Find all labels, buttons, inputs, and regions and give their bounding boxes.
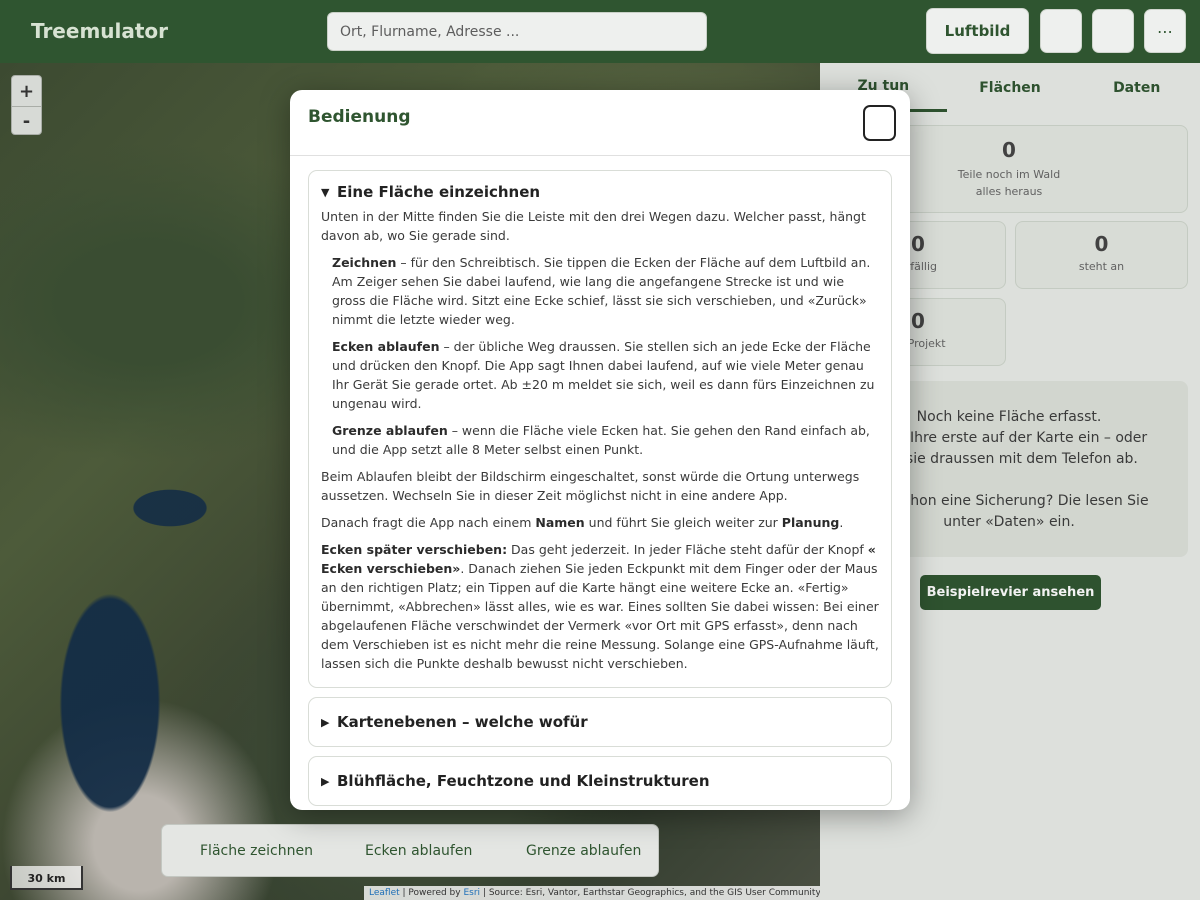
header-button-1[interactable]	[1040, 9, 1082, 53]
triangle-right-icon: ▶	[321, 715, 330, 729]
walk-corners-button[interactable]: Ecken ablaufen	[365, 843, 472, 859]
ecken-term: Ecken ablaufen	[332, 339, 440, 354]
zoom-out-button[interactable]: -	[12, 106, 41, 134]
section-title: Kartenebenen – welche wofür	[337, 713, 588, 731]
header-button-2[interactable]	[1092, 9, 1134, 53]
map-attribution: Leaflet | Powered by Esri | Source: Esri…	[364, 886, 820, 900]
zeichnen-text: – für den Schreibtisch. Sie tippen die E…	[332, 255, 871, 327]
after-text-2: und führt Sie gleich weiter zur	[584, 515, 782, 530]
dialog-title: Bedienung	[308, 107, 411, 127]
screen-note: Beim Ablaufen bleibt der Bildschirm eing…	[321, 469, 860, 503]
after-name: Namen	[535, 515, 585, 530]
section-draw-area-toggle[interactable]: ▼ Eine Fläche einzeichnen	[309, 171, 891, 205]
section-title: Eine Fläche einzeichnen	[337, 183, 541, 201]
draw-area-button[interactable]: Fläche zeichnen	[200, 843, 313, 859]
more-menu-button[interactable]: ⋯	[1144, 9, 1186, 53]
section-structures[interactable]: ▶ Blühfläche, Feuchtzone und Kleinstrukt…	[308, 756, 892, 806]
dialog-header: Bedienung	[290, 90, 910, 156]
after-paragraph: Danach fragt die App nach einem Namen un…	[321, 513, 879, 532]
luftbild-button[interactable]: Luftbild	[926, 8, 1029, 54]
draw-toolbar: Fläche zeichnen Ecken ablaufen Grenze ab…	[161, 824, 659, 877]
walk-border-button[interactable]: Grenze ablaufen	[526, 843, 641, 859]
after-text-3: .	[839, 515, 844, 530]
grenze-paragraph: Grenze ablaufen – wenn die Fläche viele …	[321, 421, 879, 459]
search-input[interactable]	[327, 12, 707, 51]
move-paragraph: Ecken später verschieben: Das geht jeder…	[321, 540, 879, 673]
section-structures-toggle[interactable]: ▶ Blühfläche, Feuchtzone und Kleinstrukt…	[309, 757, 891, 805]
after-text-1: Danach fragt die App nach einem	[321, 515, 536, 530]
grenze-term: Grenze ablaufen	[332, 423, 448, 438]
section-map-layers[interactable]: ▶ Kartenebenen – welche wofür	[308, 697, 892, 747]
zeichnen-paragraph: Zeichnen – für den Schreibtisch. Sie tip…	[321, 253, 879, 329]
zeichnen-term: Zeichnen	[332, 255, 397, 270]
section-draw-area-content: Unten in der Mitte finden Sie die Leiste…	[309, 205, 891, 687]
section-map-layers-toggle[interactable]: ▶ Kartenebenen – welche wofür	[309, 698, 891, 746]
leaflet-link[interactable]: Leaflet	[369, 888, 400, 898]
ecken-paragraph: Ecken ablaufen – der übliche Weg drausse…	[321, 337, 879, 413]
triangle-right-icon: ▶	[321, 774, 330, 788]
powered-by-text: | Powered by	[402, 888, 461, 898]
map-scale: 30 km	[10, 866, 83, 890]
app-title: Treemulator	[31, 19, 169, 43]
triangle-down-icon: ▼	[321, 185, 330, 199]
after-plan: Planung	[781, 515, 840, 530]
dialog-body: ▼ Eine Fläche einzeichnen Unten in der M…	[308, 170, 892, 810]
zoom-control: + -	[11, 75, 42, 135]
move-term: Ecken später verschieben:	[321, 542, 508, 557]
section-title: Blühfläche, Feuchtzone und Kleinstruktur…	[337, 772, 710, 790]
move-text-1: Das geht jederzeit. In jeder Fläche steh…	[507, 542, 868, 557]
move-text-2: . Danach ziehen Sie jeden Eckpunkt mit d…	[321, 561, 879, 671]
zoom-in-button[interactable]: +	[12, 76, 41, 106]
source-text: | Source: Esri, Vantor, Earthstar Geogra…	[482, 888, 820, 898]
intro-text: Unten in der Mitte finden Sie die Leiste…	[321, 209, 866, 243]
help-dialog: Bedienung ▼ Eine Fläche einzeichnen Unte…	[290, 90, 910, 810]
esri-link[interactable]: Esri	[463, 888, 480, 898]
section-draw-area: ▼ Eine Fläche einzeichnen Unten in der M…	[308, 170, 892, 688]
close-button[interactable]	[863, 105, 896, 141]
top-bar: Treemulator Luftbild ⋯	[0, 0, 1200, 63]
